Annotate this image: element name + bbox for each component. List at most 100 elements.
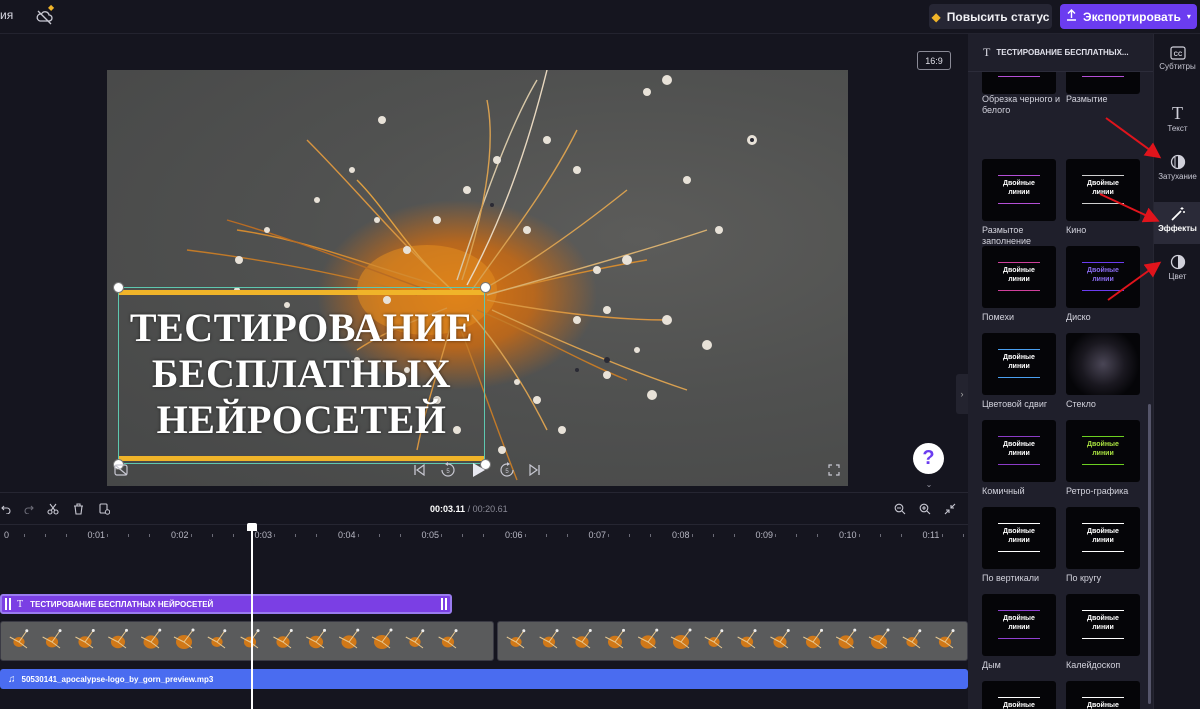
thumb-line-bottom	[998, 377, 1040, 378]
rewind-5s-icon[interactable]: 5	[439, 461, 457, 479]
video-thumbnail-frame	[770, 628, 790, 649]
text-clip-label: ТЕСТИРОВАНИЕ БЕСПЛАТНЫХ НЕЙРОСЕТЕЙ	[30, 599, 214, 609]
thumb-text: Двойные линии	[982, 527, 1056, 545]
duplicate-icon[interactable]	[97, 502, 111, 516]
effect-label: По вертикали	[982, 573, 1040, 583]
effect-thumbnail[interactable]: Двойные линии	[1066, 507, 1140, 569]
resize-handle-top-left[interactable]	[113, 282, 124, 293]
help-button[interactable]: ?	[913, 443, 944, 474]
video-clip-1[interactable]	[0, 621, 494, 661]
effect-thumbnail[interactable]: Двойныелинии	[982, 681, 1056, 709]
zoom-out-icon[interactable]	[893, 502, 907, 516]
video-thumbnail-frame	[704, 629, 724, 649]
panel-scrollbar[interactable]	[1148, 404, 1151, 704]
text-overlay-selection[interactable]: ТЕСТИРОВАНИЕ БЕСПЛАТНЫХ НЕЙРОСЕТЕЙ	[118, 287, 485, 464]
text-clip[interactable]: T ТЕСТИРОВАНИЕ БЕСПЛАТНЫХ НЕЙРОСЕТЕЙ	[0, 594, 452, 614]
text-clip-icon: T	[17, 598, 24, 610]
effect-thumbnail[interactable]: Двойныелинии	[1066, 72, 1140, 94]
undo-icon[interactable]	[0, 502, 12, 516]
thumb-line-top	[998, 610, 1040, 611]
preview-stage: ТЕСТИРОВАНИЕ БЕСПЛАТНЫХ НЕЙРОСЕТЕЙ 16:9 …	[0, 34, 968, 492]
ruler-tick-label: 0:09	[755, 530, 774, 540]
zoom-in-icon[interactable]	[918, 502, 932, 516]
effect-thumbnail[interactable]: Двойныелинии	[982, 507, 1056, 569]
effect-thumbnail[interactable]: Двойныелинии	[982, 159, 1056, 221]
effect-thumbnail[interactable]: Двойныелинии	[1066, 594, 1140, 656]
effect-thumbnail[interactable]: Двойныелинии	[982, 72, 1056, 94]
thumb-text-line-2: линии	[1008, 276, 1030, 283]
time-ruler[interactable]: 0 0:01 0:02 0:03 0:04 0:05 0:06 0:07 0:08 0:09 0:1…	[0, 526, 986, 546]
rail-item-captions[interactable]: CC Субтитры	[1154, 46, 1200, 71]
ruler-tick-label: 0:03	[254, 530, 273, 540]
cloud-off-icon[interactable]: ◆	[36, 3, 54, 25]
music-note-icon: ♫	[8, 673, 16, 685]
thumb-text-line-1: Двойные	[1087, 528, 1119, 535]
overlay-line-1: ТЕСТИРОВАНИЕ	[129, 305, 474, 350]
thumb-text-line-1: Двойные	[1087, 702, 1119, 709]
playhead-handle[interactable]	[247, 523, 258, 531]
effect-label: Стекло	[1066, 399, 1096, 409]
ruler-minor-tick	[733, 534, 735, 537]
skip-to-start-icon[interactable]	[411, 462, 427, 478]
svg-text:CC: CC	[1173, 52, 1182, 58]
thumb-line-bottom	[1082, 464, 1124, 465]
ruler-minor-tick	[23, 534, 25, 537]
fit-timeline-icon[interactable]	[943, 502, 957, 516]
collapse-panel-tab[interactable]: ›	[956, 374, 968, 414]
top-bar: ия ◆ ◆ Повысить статус Экспортировать ▾	[0, 0, 1200, 34]
ruler-minor-tick	[796, 534, 798, 537]
video-thumbnail-frame	[75, 628, 95, 649]
effect-thumbnail[interactable]: Двойныелинии	[982, 594, 1056, 656]
effect-thumbnail[interactable]	[1066, 333, 1140, 395]
delete-trash-icon[interactable]	[71, 502, 85, 516]
panel-header: T ТЕСТИРОВАНИЕ БЕСПЛАТНЫХ...	[968, 34, 1153, 72]
effect-thumbnail[interactable]: Двойныелинии	[982, 420, 1056, 482]
diamond-icon: ◆	[931, 9, 941, 24]
audio-clip[interactable]: ♫ 50530141_apocalypse-logo_by_gorn_previ…	[0, 669, 968, 689]
effect-thumbnail[interactable]: Двойныелинии	[1066, 420, 1140, 482]
magic-wand-icon	[1170, 207, 1185, 221]
thumb-text-line-2: линии	[1092, 537, 1114, 544]
thumb-line-bottom	[1082, 638, 1124, 639]
thumb-text: Двойные линии	[982, 353, 1056, 371]
effect-thumbnail[interactable]: Двойныелинии	[1066, 681, 1140, 709]
play-button[interactable]	[469, 460, 489, 480]
forward-5s-icon[interactable]: 5	[498, 461, 516, 479]
ruler-minor-tick	[524, 534, 526, 537]
effect-thumbnail[interactable]: Двойныелинии	[982, 246, 1056, 308]
split-scissors-icon[interactable]	[46, 502, 60, 516]
captions-off-icon[interactable]	[113, 462, 129, 478]
video-clip-2[interactable]	[497, 621, 968, 661]
fullscreen-icon[interactable]	[826, 462, 842, 478]
premium-gem-icon: ◆	[48, 3, 55, 12]
clip-trim-handle-left[interactable]	[5, 598, 11, 610]
thumb-line-bottom	[998, 203, 1040, 204]
rail-label-captions: Субтитры	[1159, 62, 1196, 71]
upload-icon	[1066, 9, 1077, 24]
video-thumbnail-frame	[737, 629, 757, 649]
thumb-text-line-1: Двойные	[1003, 528, 1035, 535]
ruler-minor-tick	[441, 534, 443, 537]
skip-to-end-icon[interactable]	[527, 462, 543, 478]
ruler-tick-label: 0:04	[338, 530, 356, 540]
ruler-minor-tick	[775, 534, 777, 537]
ruler-minor-tick	[963, 534, 965, 537]
playhead[interactable]	[247, 523, 258, 709]
resize-handle-top-right[interactable]	[480, 282, 491, 293]
export-button[interactable]: Экспортировать ▾	[1060, 4, 1197, 29]
redo-icon[interactable]	[22, 502, 36, 516]
color-icon	[1170, 254, 1185, 270]
upgrade-button[interactable]: ◆ Повысить статус	[929, 4, 1052, 29]
clip-trim-handle-right[interactable]	[441, 598, 447, 610]
thumb-line-top	[998, 349, 1040, 350]
ruler-tick-label: 0:06	[505, 530, 523, 540]
ruler-minor-tick	[44, 534, 46, 537]
video-thumbnail-frame	[173, 628, 195, 649]
effect-thumbnail[interactable]: Двойныелинии	[982, 333, 1056, 395]
ruler-tick-label: 0:10	[839, 530, 857, 540]
collapse-chevron-icon[interactable]: ⌄	[921, 480, 937, 490]
left-tab-label[interactable]: ия	[0, 8, 13, 22]
video-preview[interactable]: ТЕСТИРОВАНИЕ БЕСПЛАТНЫХ НЕЙРОСЕТЕЙ	[107, 70, 848, 486]
aspect-ratio-button[interactable]: 16:9	[917, 51, 951, 70]
video-thumbnail-frame	[338, 628, 360, 649]
